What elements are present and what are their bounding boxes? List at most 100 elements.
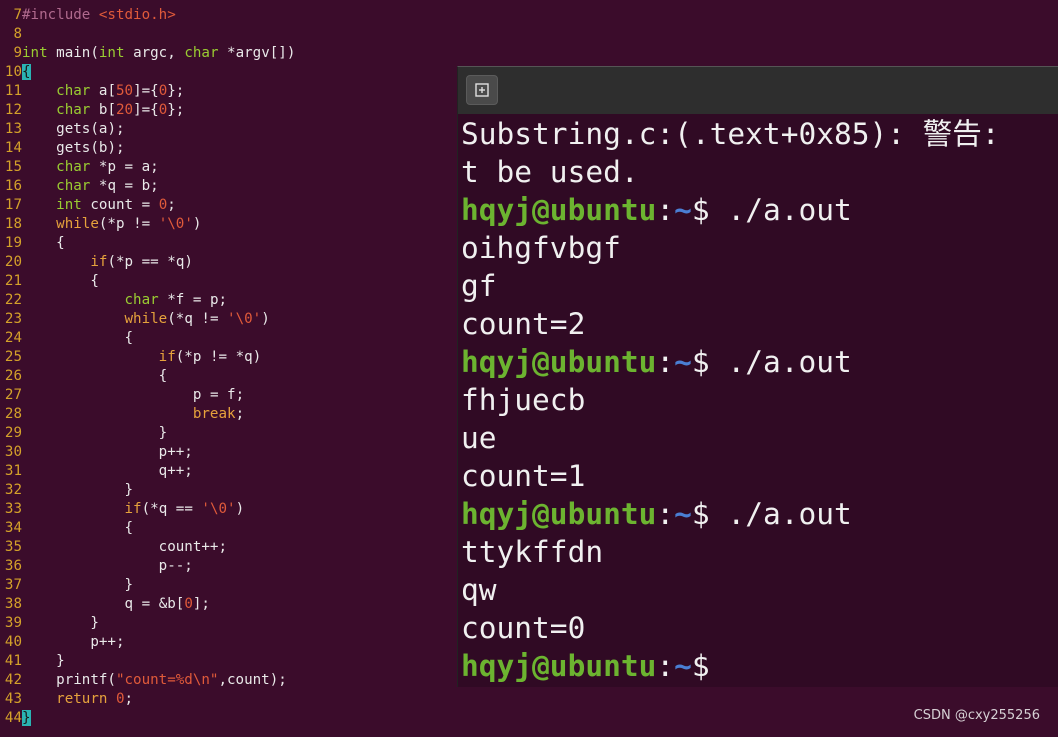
code-line: 14 gets(b);	[0, 139, 125, 158]
code-text: char *f = p;	[124, 292, 228, 308]
code-line: 40 p++;	[0, 633, 125, 652]
code-text: }	[158, 425, 168, 441]
code-text: {	[90, 273, 99, 289]
line-number: 26	[4, 368, 22, 384]
line-number: 12	[4, 102, 22, 118]
prompt-command: $	[691, 649, 710, 683]
code-text: int count = 0;	[56, 197, 176, 213]
code-line: 9int main(int argc, char *argv[])	[0, 44, 295, 63]
code-text: q++;	[158, 463, 193, 479]
line-number: 34	[4, 520, 22, 536]
line-number: 14	[4, 140, 22, 156]
terminal-output-line: qw	[461, 573, 497, 607]
code-text: if(*p != *q)	[158, 349, 262, 365]
code-text: char *p = a;	[56, 159, 159, 175]
code-line: 21 {	[0, 272, 99, 291]
new-tab-icon	[475, 83, 489, 97]
line-number: 41	[4, 653, 22, 669]
code-text: }	[90, 615, 99, 631]
code-line: 18 while(*p != '\0')	[0, 215, 202, 234]
terminal-window[interactable]: Substring.c:(.text+0x85): 警告: t be used.…	[457, 66, 1058, 687]
line-number: 29	[4, 425, 22, 441]
line-number: 33	[4, 501, 22, 517]
code-line: 42 printf("count=%d\n",count);	[0, 671, 287, 690]
line-number: 22	[4, 292, 22, 308]
code-text: p++;	[158, 444, 193, 460]
code-text: while(*q != '\0')	[124, 311, 270, 327]
prompt-path: ~	[674, 497, 692, 531]
code-line: 32 }	[0, 481, 133, 500]
prompt-path: ~	[674, 345, 692, 379]
code-line: 34 {	[0, 519, 133, 538]
code-line: 33 if(*q == '\0')	[0, 500, 244, 519]
code-line: 41 }	[0, 652, 65, 671]
code-text: char *q = b;	[56, 178, 159, 194]
prompt-command: $ ./a.out	[691, 497, 852, 531]
line-number: 17	[4, 197, 22, 213]
code-text: if(*q == '\0')	[124, 501, 245, 517]
prompt-user-host: hqyj@ubuntu	[461, 497, 657, 531]
cursor-bracket: {	[22, 64, 31, 80]
terminal-output-line: count=0	[461, 611, 586, 645]
code-line: 29 }	[0, 424, 167, 443]
code-line: 8	[0, 25, 22, 44]
code-line: 22 char *f = p;	[0, 291, 227, 310]
line-number: 35	[4, 539, 22, 555]
line-number: 42	[4, 672, 22, 688]
code-text: gets(b);	[56, 140, 125, 156]
line-number: 20	[4, 254, 22, 270]
code-line: 36 p--;	[0, 557, 193, 576]
terminal-output: Substring.c:(.text+0x85): 警告: t be used.…	[461, 115, 1058, 685]
terminal-output-line: Substring.c:(.text+0x85): 警告:	[461, 117, 1018, 151]
line-number: 18	[4, 216, 22, 232]
terminal-header-bar	[458, 67, 1058, 114]
code-text: while(*p != '\0')	[56, 216, 202, 232]
code-text: char b[20]={0};	[56, 102, 185, 118]
line-number: 24	[4, 330, 22, 346]
line-number: 7	[13, 7, 22, 23]
prompt-user-host: hqyj@ubuntu	[461, 345, 657, 379]
code-text: q = &b[0];	[124, 596, 210, 612]
line-number: 16	[4, 178, 22, 194]
code-line: 23 while(*q != '\0')	[0, 310, 270, 329]
code-line: 10{	[0, 63, 31, 82]
new-tab-button[interactable]	[466, 75, 498, 105]
line-number: 27	[4, 387, 22, 403]
code-text: if(*p == *q)	[90, 254, 193, 270]
code-line: 44}	[0, 709, 31, 728]
code-text: return 0;	[56, 691, 134, 707]
code-text: }	[124, 482, 134, 498]
code-text: {	[56, 235, 65, 251]
code-text: }	[124, 577, 134, 593]
line-number: 38	[4, 596, 22, 612]
terminal-output-line: ue	[461, 421, 497, 455]
code-text: #include <stdio.h>	[22, 7, 176, 23]
terminal-output-line: fhjuecb	[461, 383, 586, 417]
code-line: 24 {	[0, 329, 133, 348]
line-number: 21	[4, 273, 22, 289]
terminal-output-line: count=2	[461, 307, 586, 341]
shell-prompt-line: hqyj@ubuntu:~$ ./a.out	[461, 193, 852, 227]
code-text: p = f;	[192, 387, 245, 403]
terminal-output-line: gf	[461, 269, 497, 303]
line-number: 40	[4, 634, 22, 650]
cursor-bracket: }	[22, 710, 31, 726]
terminal-output-line: oihgfvbgf	[461, 231, 621, 265]
code-line: 38 q = &b[0];	[0, 595, 210, 614]
code-line: 30 p++;	[0, 443, 193, 462]
code-text: {	[158, 368, 168, 384]
line-number: 31	[4, 463, 22, 479]
line-number: 10	[4, 64, 22, 80]
prompt-command: $ ./a.out	[691, 345, 852, 379]
line-number: 32	[4, 482, 22, 498]
line-number: 43	[4, 691, 22, 707]
line-number: 39	[4, 615, 22, 631]
code-line: 27 p = f;	[0, 386, 244, 405]
prompt-user-host: hqyj@ubuntu	[461, 193, 657, 227]
code-text: {	[124, 330, 134, 346]
code-text: count++;	[158, 539, 228, 555]
line-number: 36	[4, 558, 22, 574]
code-line: 43 return 0;	[0, 690, 133, 709]
prompt-path: ~	[674, 193, 692, 227]
code-text: p--;	[158, 558, 193, 574]
